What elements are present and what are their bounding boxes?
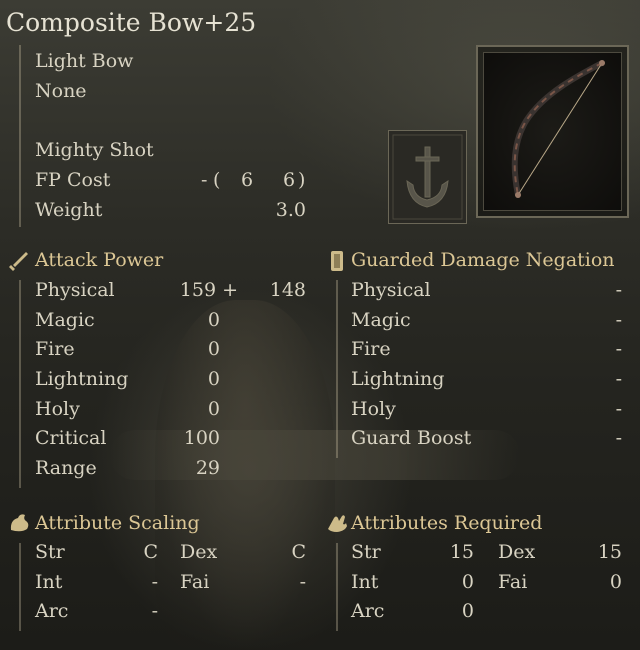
section-divider bbox=[336, 280, 338, 458]
required-arc-value: 0 bbox=[461, 600, 474, 622]
guard-physical-value: - bbox=[615, 279, 622, 301]
arm-icon bbox=[8, 512, 32, 538]
attack-fire-value: 0 bbox=[207, 338, 220, 360]
guard-holy-value: - bbox=[615, 398, 622, 420]
guard-boost-label: Guard Boost bbox=[351, 427, 472, 449]
guard-magic-label: Magic bbox=[351, 309, 411, 331]
attack-lightning-label: Lightning bbox=[35, 368, 129, 390]
fp-cost-close: ) bbox=[298, 169, 306, 191]
attack-critical-value: 100 bbox=[183, 427, 220, 449]
guard-physical-label: Physical bbox=[351, 279, 431, 301]
guard-magic-value: - bbox=[615, 309, 622, 331]
guard-fire-label: Fire bbox=[351, 338, 391, 360]
skill-name: Mighty Shot bbox=[35, 139, 154, 161]
weapon-affinity: None bbox=[35, 80, 87, 102]
attack-range-value: 29 bbox=[195, 457, 220, 479]
attack-magic-label: Magic bbox=[35, 309, 95, 331]
section-divider bbox=[19, 543, 21, 631]
scaling-arc-value: - bbox=[151, 600, 158, 622]
attack-power-header: Attack Power bbox=[35, 249, 164, 271]
section-divider bbox=[19, 45, 21, 227]
scaling-fai-value: - bbox=[299, 571, 306, 593]
fp-cost-value-1: 6 bbox=[241, 169, 254, 191]
fp-cost-dash: - bbox=[201, 169, 208, 191]
scaling-arc-label: Arc bbox=[35, 600, 69, 622]
attack-magic-value: 0 bbox=[207, 309, 220, 331]
shield-icon bbox=[329, 249, 345, 277]
attack-fire-label: Fire bbox=[35, 338, 75, 360]
scaling-fai-label: Fai bbox=[180, 571, 210, 593]
fp-cost-open: ( bbox=[213, 169, 221, 191]
scaling-int-value: - bbox=[151, 571, 158, 593]
required-dex-label: Dex bbox=[498, 541, 536, 563]
attributes-required-header: Attributes Required bbox=[351, 512, 543, 534]
guard-lightning-value: - bbox=[615, 368, 622, 390]
hand-icon bbox=[325, 512, 349, 538]
section-divider bbox=[19, 280, 21, 488]
scaling-dex-label: Dex bbox=[180, 541, 218, 563]
attack-critical-label: Critical bbox=[35, 427, 107, 449]
required-fai-label: Fai bbox=[498, 571, 528, 593]
attack-physical-label: Physical bbox=[35, 279, 115, 301]
guard-boost-value: - bbox=[615, 427, 622, 449]
required-int-value: 0 bbox=[461, 571, 474, 593]
fp-cost-value-2: 6 bbox=[283, 169, 296, 191]
composite-bow-icon bbox=[511, 60, 605, 198]
attack-physical-bonus: 148 bbox=[269, 279, 306, 301]
attack-physical-value: 159 + bbox=[179, 279, 238, 301]
scaling-dex-value: C bbox=[291, 541, 306, 563]
item-image-frame bbox=[476, 45, 629, 218]
scaling-str-value: C bbox=[143, 541, 158, 563]
guarded-negation-header: Guarded Damage Negation bbox=[351, 249, 615, 271]
scaling-int-label: Int bbox=[35, 571, 63, 593]
attack-lightning-value: 0 bbox=[207, 368, 220, 390]
weight-value: 3.0 bbox=[275, 199, 306, 221]
attack-range-label: Range bbox=[35, 457, 97, 479]
required-str-label: Str bbox=[351, 541, 381, 563]
attribute-scaling-header: Attribute Scaling bbox=[35, 512, 200, 534]
guard-holy-label: Holy bbox=[351, 398, 396, 420]
scaling-str-label: Str bbox=[35, 541, 65, 563]
attack-holy-value: 0 bbox=[207, 398, 220, 420]
fp-cost-label: FP Cost bbox=[35, 169, 111, 191]
weapon-type: Light Bow bbox=[35, 50, 134, 72]
required-dex-value: 15 bbox=[597, 541, 622, 563]
required-arc-label: Arc bbox=[351, 600, 385, 622]
ash-of-war-icon bbox=[388, 130, 467, 224]
attack-holy-label: Holy bbox=[35, 398, 80, 420]
guard-fire-value: - bbox=[615, 338, 622, 360]
weapon-name: Composite Bow+25 bbox=[6, 8, 257, 37]
weight-label: Weight bbox=[35, 199, 103, 221]
required-int-label: Int bbox=[351, 571, 379, 593]
sword-icon bbox=[8, 250, 30, 276]
section-divider bbox=[336, 543, 338, 631]
guard-lightning-label: Lightning bbox=[351, 368, 445, 390]
required-str-value: 15 bbox=[449, 541, 474, 563]
required-fai-value: 0 bbox=[609, 571, 622, 593]
